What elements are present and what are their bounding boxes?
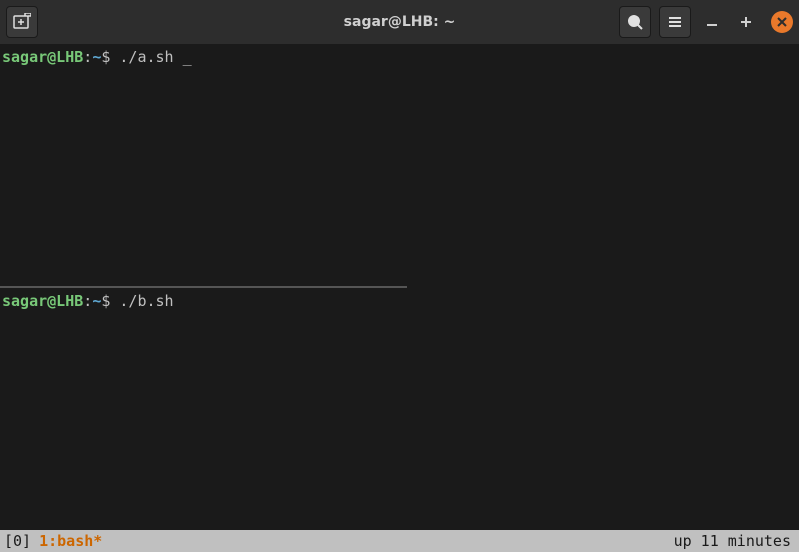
cursor: _ [183,48,192,68]
terminal-area: sagar@LHB:~$ ./a.sh _ sagar@LHB:~$ ./b.s… [0,44,799,530]
prompt-line: sagar@LHB:~$ ./a.sh _ [2,48,797,68]
new-tab-button[interactable] [6,6,38,38]
prompt-dollar: $ [101,48,119,68]
minimize-button[interactable] [703,13,721,31]
maximize-button[interactable] [737,13,755,31]
prompt-line: sagar@LHB:~$ ./b.sh [2,292,797,312]
prompt-colon: : [83,48,92,68]
menu-button[interactable] [659,6,691,38]
titlebar: sagar@LHB: ~ [0,0,799,44]
search-icon [627,14,643,30]
prompt-user-host: sagar@LHB [2,292,83,312]
terminal-pane-bottom[interactable]: sagar@LHB:~$ ./b.sh [0,288,799,530]
prompt-path: ~ [92,292,101,312]
window-title: sagar@LHB: ~ [344,14,456,30]
status-session: [0] [4,532,31,550]
plus-icon [740,16,752,28]
prompt-path: ~ [92,48,101,68]
new-tab-icon [13,13,31,31]
hamburger-icon [667,14,683,30]
command-text: ./a.sh [119,48,182,68]
close-button[interactable] [771,11,793,33]
tmux-statusbar: [0] 1:bash* up 11 minutes [0,530,799,552]
minimize-icon [706,16,718,28]
close-icon [777,17,787,27]
titlebar-right [619,6,793,38]
titlebar-left [6,6,38,38]
command-text: ./b.sh [119,292,173,312]
status-uptime: up 11 minutes [674,532,791,550]
prompt-dollar: $ [101,292,119,312]
status-window: 1:bash* [39,532,102,550]
prompt-user-host: sagar@LHB [2,48,83,68]
search-button[interactable] [619,6,651,38]
prompt-colon: : [83,292,92,312]
terminal-pane-top[interactable]: sagar@LHB:~$ ./a.sh _ [0,44,799,286]
